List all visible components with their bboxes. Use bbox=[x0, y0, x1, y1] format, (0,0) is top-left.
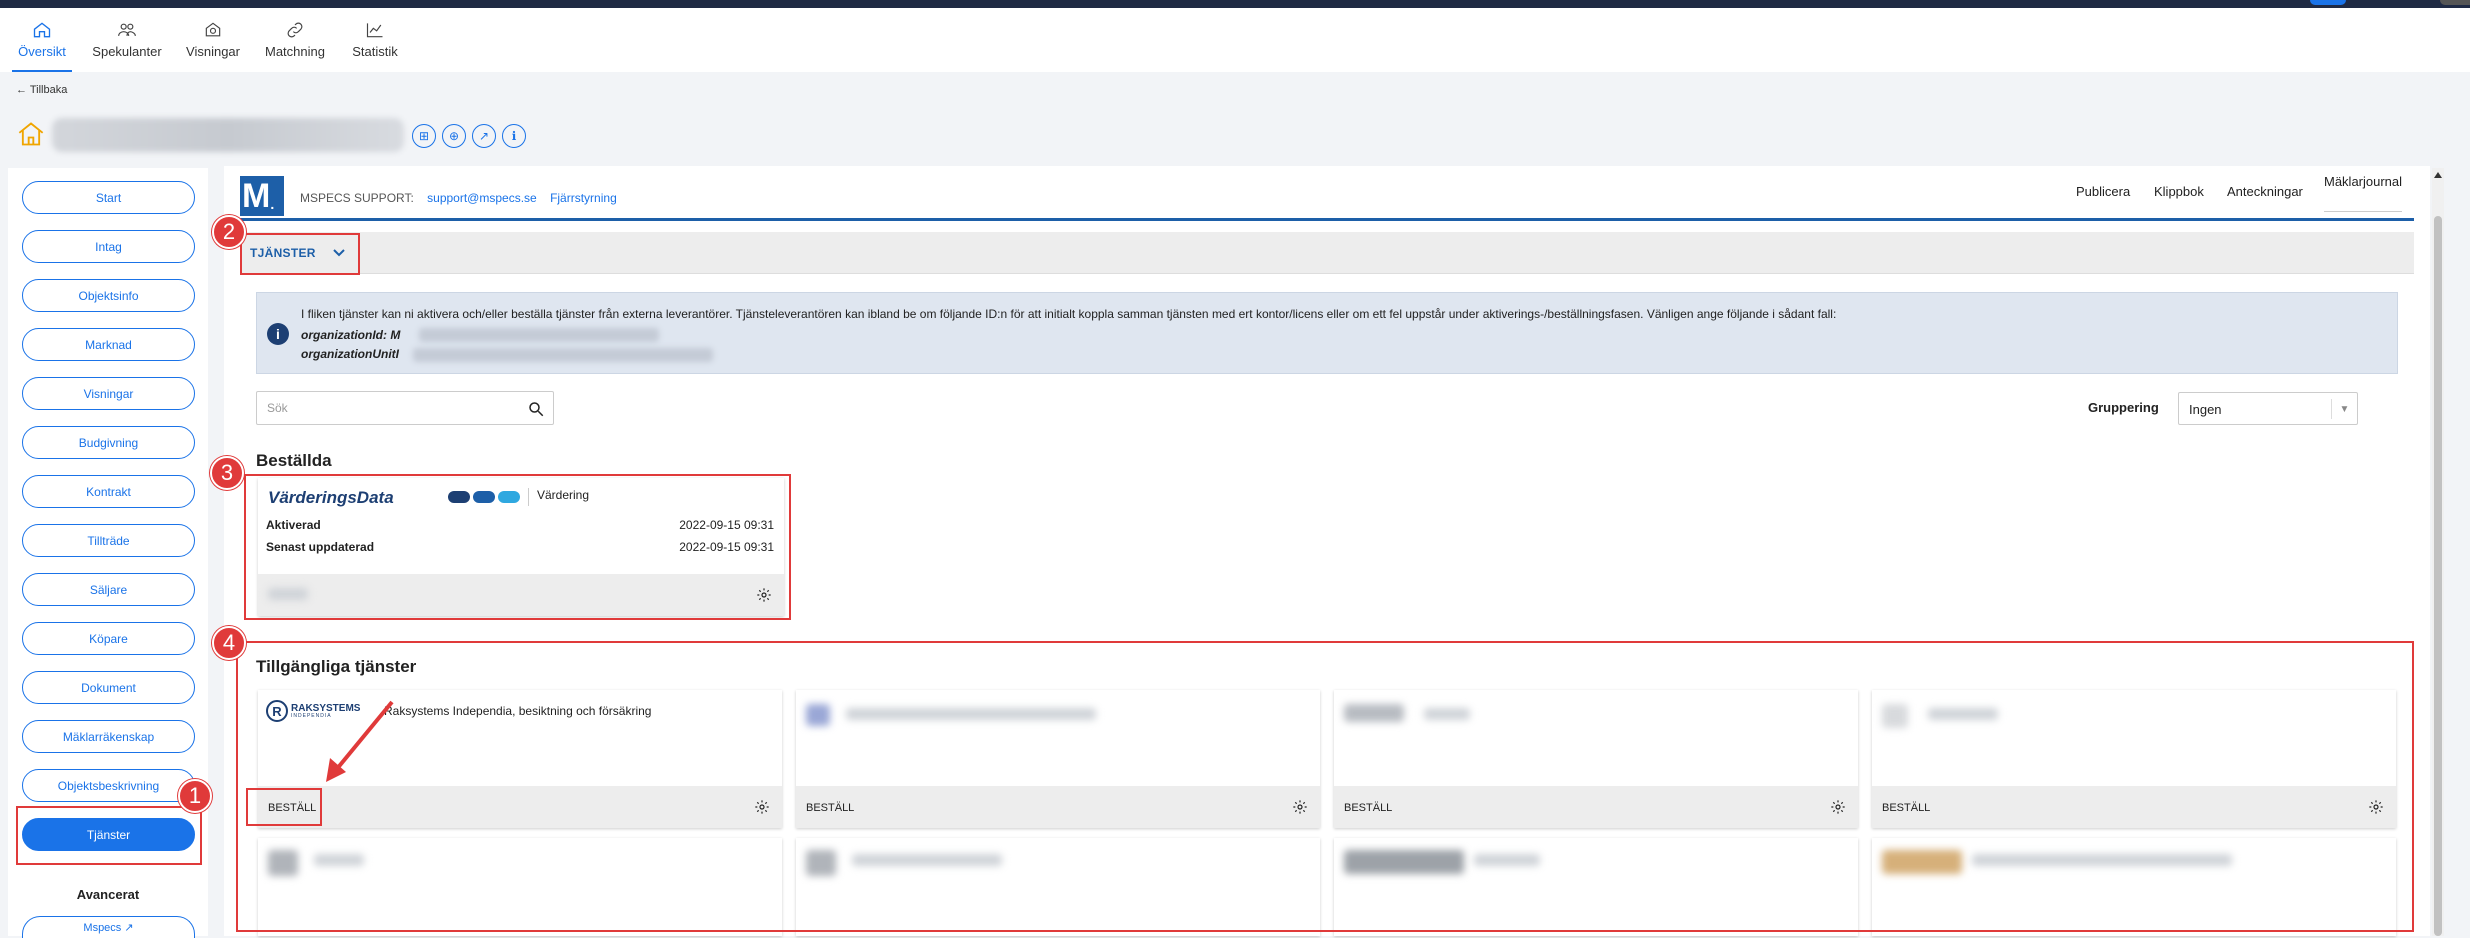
sidebar-item-visningar[interactable]: Visningar bbox=[22, 377, 195, 410]
sidebar-item-maklarrakenskap[interactable]: Mäklarräkenskap bbox=[22, 720, 195, 753]
chevron-down-icon: ▼ bbox=[2331, 399, 2357, 419]
link-anteckningar[interactable]: Anteckningar bbox=[2227, 184, 2303, 199]
nav-statistik[interactable]: Statistik bbox=[344, 16, 406, 72]
sidebar-item-mspecs[interactable]: Mspecs ↗ bbox=[22, 916, 195, 938]
sidebar-item-tilltrade[interactable]: Tillträde bbox=[22, 524, 195, 557]
house-icon bbox=[18, 122, 44, 146]
org-unit-redacted bbox=[413, 348, 713, 362]
sidebar-item-intag[interactable]: Intag bbox=[22, 230, 195, 263]
support-line: MSPECS SUPPORT: support@mspecs.se Fjärrs… bbox=[300, 191, 617, 205]
link-maklarjournal[interactable]: Mäklarjournal bbox=[2324, 174, 2403, 212]
sidebar-item-start[interactable]: Start bbox=[22, 181, 195, 214]
nav-matchning[interactable]: Matchning bbox=[260, 16, 330, 72]
sidebar-item-objektsbeskrivning[interactable]: Objektsbeskrivning bbox=[22, 769, 195, 802]
grouping-select[interactable]: Ingen ▼ bbox=[2178, 392, 2358, 425]
services-tab-bar bbox=[240, 232, 2414, 274]
annotation-badge-3: 3 bbox=[210, 456, 244, 490]
map-icon[interactable]: ⊞ bbox=[412, 124, 436, 148]
main-nav: Översikt Spekulanter Visningar Matchning… bbox=[0, 8, 2470, 72]
share-icon[interactable]: ↗ bbox=[472, 124, 496, 148]
scrollbar[interactable] bbox=[2432, 168, 2444, 936]
grouping-label: Gruppering bbox=[2088, 400, 2159, 415]
sidebar-item-budgivning[interactable]: Budgivning bbox=[22, 426, 195, 459]
chart-icon bbox=[366, 23, 383, 38]
sidebar-item-marknad[interactable]: Marknad bbox=[22, 328, 195, 361]
info-circle-icon: i bbox=[267, 323, 289, 345]
info-icon[interactable]: ℹ bbox=[502, 124, 526, 148]
sidebar-item-dokument[interactable]: Dokument bbox=[22, 671, 195, 704]
home-icon bbox=[33, 22, 51, 38]
annotation-badge-1: 1 bbox=[178, 779, 212, 813]
nav-visningar[interactable]: Visningar bbox=[180, 16, 246, 72]
title-actions: ⊞ ⊕ ↗ ℹ bbox=[412, 124, 526, 148]
ordered-heading: Beställda bbox=[256, 451, 332, 470]
org-unit-label: organizationUnitI bbox=[301, 347, 399, 361]
support-email-link[interactable]: support@mspecs.se bbox=[427, 191, 537, 205]
annotation-box-3 bbox=[244, 474, 791, 620]
search-icon[interactable] bbox=[527, 400, 545, 418]
sidebar-item-kontrakt[interactable]: Kontrakt bbox=[22, 475, 195, 508]
link-klippbok[interactable]: Klippbok bbox=[2154, 184, 2204, 199]
annotation-box-2 bbox=[240, 233, 360, 275]
annotation-box-4 bbox=[236, 641, 2414, 932]
back-link[interactable]: ← Tillbaka bbox=[16, 84, 67, 96]
notification-dot bbox=[2310, 0, 2346, 5]
link-icon bbox=[287, 22, 303, 38]
annotation-badge-4: 4 bbox=[212, 626, 246, 660]
link-publicera[interactable]: Publicera bbox=[2076, 184, 2130, 199]
advanced-heading: Avancerat bbox=[76, 887, 140, 902]
org-id-label: organizationId: M bbox=[301, 328, 401, 342]
sidebar-item-saljare[interactable]: Säljare bbox=[22, 573, 195, 606]
search-input[interactable] bbox=[267, 401, 507, 415]
sidebar-item-objektsinfo[interactable]: Objektsinfo bbox=[22, 279, 195, 312]
annotation-box-1 bbox=[16, 806, 202, 865]
org-id-redacted bbox=[419, 328, 659, 342]
remote-link[interactable]: Fjärrstyrning bbox=[550, 191, 617, 205]
showing-icon bbox=[205, 22, 221, 37]
nav-spekulanter[interactable]: Spekulanter bbox=[88, 16, 166, 72]
top-strip bbox=[0, 0, 2470, 8]
info-text: I fliken tjänster kan ni aktivera och/el… bbox=[301, 307, 1837, 321]
user-dot bbox=[2440, 0, 2470, 5]
mspecs-logo: M. bbox=[240, 176, 284, 216]
nav-oversikt[interactable]: Översikt bbox=[12, 16, 72, 72]
search-box[interactable] bbox=[256, 391, 554, 425]
info-box: i I fliken tjänster kan ni aktivera och/… bbox=[256, 292, 2398, 374]
annotation-box-order bbox=[246, 788, 322, 826]
sidebar-item-kopare[interactable]: Köpare bbox=[22, 622, 195, 655]
property-title-redacted bbox=[52, 118, 404, 152]
header-rule bbox=[238, 218, 2414, 221]
people-icon bbox=[118, 23, 136, 36]
annotation-badge-2: 2 bbox=[212, 215, 246, 249]
zoom-icon[interactable]: ⊕ bbox=[442, 124, 466, 148]
